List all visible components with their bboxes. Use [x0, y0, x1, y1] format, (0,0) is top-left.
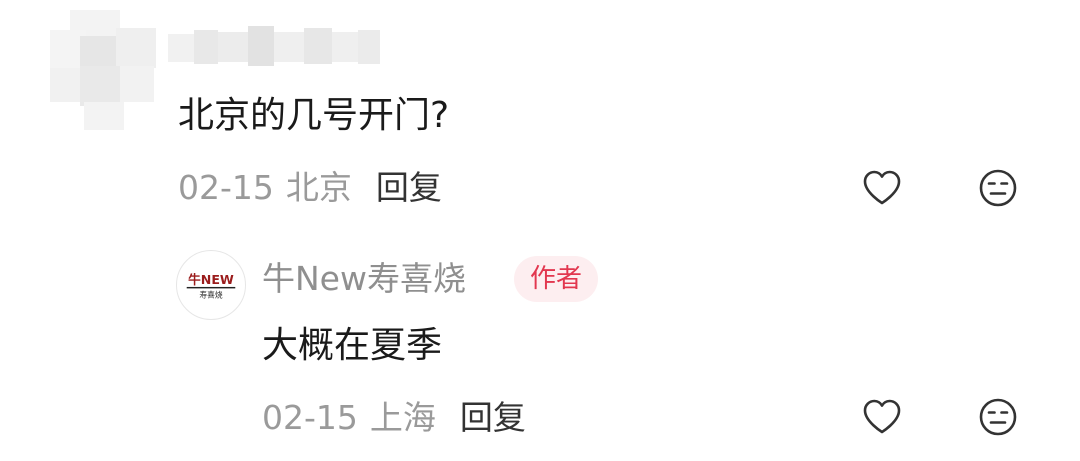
comment-meta: 02-15 北京 回复	[178, 168, 442, 208]
author-name[interactable]: 牛New寿喜烧	[262, 257, 466, 301]
heart-outline-icon	[863, 399, 901, 434]
comment-dislike-button[interactable]	[976, 166, 1020, 210]
comment-like-button[interactable]	[860, 166, 904, 210]
username-pixelated	[168, 26, 380, 70]
reply-like-button[interactable]	[860, 395, 904, 439]
reply-dislike-button[interactable]	[976, 395, 1020, 439]
comment-reply-button[interactable]: 回复	[376, 168, 442, 207]
reply-text: 大概在夏季	[262, 325, 443, 366]
comment-text: 北京的几号开门?	[178, 95, 450, 136]
author-badge: 作者	[514, 256, 599, 302]
reply-date: 02-15	[262, 398, 358, 437]
reply-meta: 02-15 上海 回复	[262, 398, 526, 438]
neutral-face-icon	[979, 398, 1017, 436]
comment-date: 02-15	[178, 168, 274, 207]
brand-logo: 牛NEW 寿喜烧	[186, 272, 236, 300]
avatar-pixelated[interactable]	[50, 10, 158, 130]
logo-subtext: 寿喜烧	[199, 290, 223, 300]
heart-outline-icon	[863, 170, 901, 205]
reply-location: 上海	[369, 398, 436, 437]
logo-text: 牛NEW	[188, 272, 234, 287]
comment-location: 北京	[285, 168, 352, 207]
neutral-face-icon	[979, 169, 1017, 207]
reply-reply-button[interactable]: 回复	[460, 398, 526, 437]
author-avatar[interactable]: 牛NEW 寿喜烧	[176, 250, 246, 320]
